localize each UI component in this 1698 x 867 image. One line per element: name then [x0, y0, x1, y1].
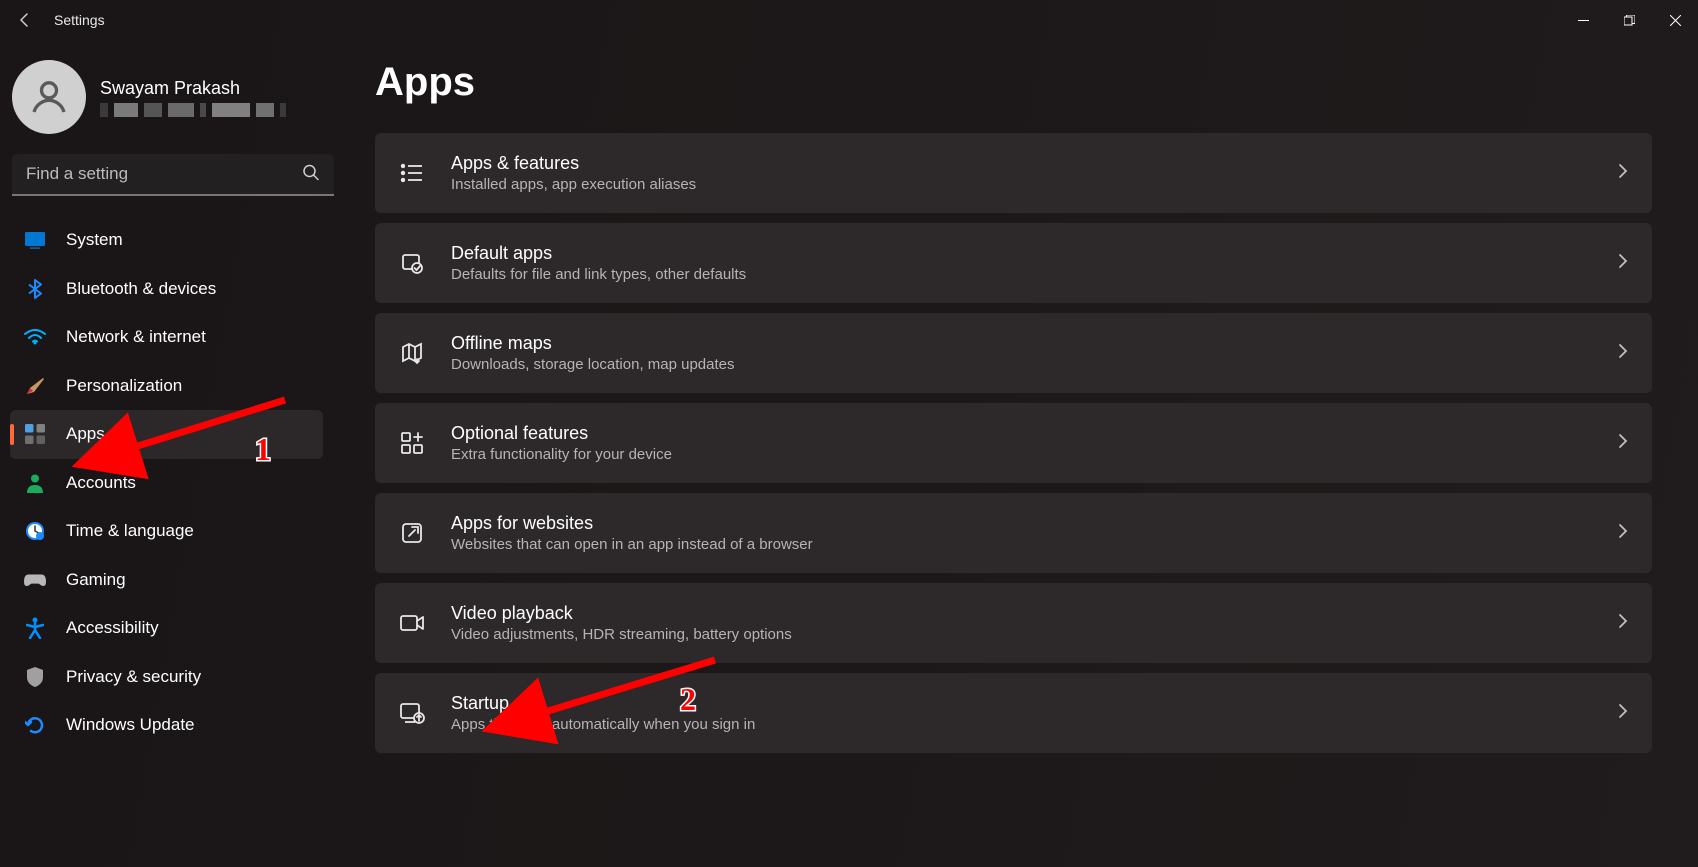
- clock-icon: [24, 520, 46, 542]
- map-icon: [399, 340, 425, 366]
- chevron-right-icon: [1618, 703, 1628, 724]
- sidebar-item-label: Accessibility: [66, 618, 159, 638]
- card-title: Offline maps: [451, 333, 1618, 354]
- chevron-right-icon: [1618, 163, 1628, 184]
- profile-block[interactable]: Swayam Prakash: [10, 60, 323, 154]
- gamepad-icon: [24, 569, 46, 591]
- card-subtitle: Extra functionality for your device: [451, 446, 1618, 463]
- brush-icon: [24, 375, 46, 397]
- video-icon: [399, 610, 425, 636]
- minimize-button[interactable]: [1560, 4, 1606, 36]
- default-apps-icon: [399, 250, 425, 276]
- sidebar-item-label: Time & language: [66, 521, 194, 541]
- sidebar-item-personalization[interactable]: Personalization: [10, 362, 323, 411]
- card-title: Video playback: [451, 603, 1618, 624]
- person-icon: [24, 472, 46, 494]
- sidebar-item-label: Bluetooth & devices: [66, 279, 216, 299]
- chevron-right-icon: [1618, 343, 1628, 364]
- list-icon: [399, 160, 425, 186]
- card-video-playback[interactable]: Video playback Video adjustments, HDR str…: [375, 583, 1652, 663]
- startup-icon: [399, 700, 425, 726]
- card-subtitle: Websites that can open in an app instead…: [451, 536, 1618, 553]
- card-default-apps[interactable]: Default apps Defaults for file and link t…: [375, 223, 1652, 303]
- sidebar-item-label: Apps: [66, 424, 105, 444]
- sidebar-item-gaming[interactable]: Gaming: [10, 556, 323, 605]
- avatar: [12, 60, 86, 134]
- nav: System Bluetooth & devices Network & int…: [10, 216, 323, 750]
- chevron-right-icon: [1618, 523, 1628, 544]
- sidebar-item-label: Personalization: [66, 376, 182, 396]
- link-icon: [399, 520, 425, 546]
- sidebar-item-system[interactable]: System: [10, 216, 323, 265]
- shield-icon: [24, 666, 46, 688]
- chevron-right-icon: [1618, 613, 1628, 634]
- bluetooth-icon: [24, 278, 46, 300]
- user-email-redacted: [100, 103, 286, 117]
- sidebar-item-update[interactable]: Windows Update: [10, 701, 323, 750]
- apps-icon: [24, 423, 46, 445]
- sidebar-item-label: Windows Update: [66, 715, 195, 735]
- card-apps-features[interactable]: Apps & features Installed apps, app execu…: [375, 133, 1652, 213]
- titlebar: Settings: [0, 0, 1698, 40]
- card-offline-maps[interactable]: Offline maps Downloads, storage location,…: [375, 313, 1652, 393]
- sidebar-item-label: Network & internet: [66, 327, 206, 347]
- sidebar-item-privacy[interactable]: Privacy & security: [10, 653, 323, 702]
- card-subtitle: Apps that start automatically when you s…: [451, 716, 1618, 733]
- card-title: Apps for websites: [451, 513, 1618, 534]
- sidebar-item-apps[interactable]: Apps: [10, 410, 323, 459]
- chevron-right-icon: [1618, 253, 1628, 274]
- page-title: Apps: [375, 60, 1658, 105]
- sidebar-item-label: Privacy & security: [66, 667, 201, 687]
- window-title: Settings: [54, 12, 105, 28]
- search-input[interactable]: [12, 154, 334, 196]
- update-icon: [24, 714, 46, 736]
- card-subtitle: Video adjustments, HDR streaming, batter…: [451, 626, 1618, 643]
- wifi-icon: [24, 326, 46, 348]
- accessibility-icon: [24, 617, 46, 639]
- card-title: Optional features: [451, 423, 1618, 444]
- back-button[interactable]: [16, 11, 34, 29]
- sidebar-item-accounts[interactable]: Accounts: [10, 459, 323, 508]
- main-content: Apps Apps & features Installed apps, app …: [335, 40, 1698, 867]
- card-subtitle: Defaults for file and link types, other …: [451, 266, 1618, 283]
- card-apps-websites[interactable]: Apps for websites Websites that can open …: [375, 493, 1652, 573]
- chevron-right-icon: [1618, 433, 1628, 454]
- card-title: Startup: [451, 693, 1618, 714]
- close-button[interactable]: [1652, 4, 1698, 36]
- sidebar-item-time[interactable]: Time & language: [10, 507, 323, 556]
- sidebar-item-label: System: [66, 230, 123, 250]
- card-subtitle: Downloads, storage location, map updates: [451, 356, 1618, 373]
- card-title: Apps & features: [451, 153, 1618, 174]
- sidebar-item-bluetooth[interactable]: Bluetooth & devices: [10, 265, 323, 314]
- search-box: [12, 154, 334, 196]
- card-subtitle: Installed apps, app execution aliases: [451, 176, 1618, 193]
- card-optional-features[interactable]: Optional features Extra functionality for…: [375, 403, 1652, 483]
- sidebar-item-accessibility[interactable]: Accessibility: [10, 604, 323, 653]
- maximize-button[interactable]: [1606, 4, 1652, 36]
- user-name: Swayam Prakash: [100, 78, 286, 99]
- window-controls: [1560, 4, 1698, 36]
- sidebar-item-network[interactable]: Network & internet: [10, 313, 323, 362]
- card-title: Default apps: [451, 243, 1618, 264]
- sidebar-item-label: Accounts: [66, 473, 136, 493]
- titlebar-left: Settings: [16, 11, 105, 29]
- card-list: Apps & features Installed apps, app execu…: [375, 133, 1658, 753]
- sidebar: Swayam Prakash: [0, 40, 335, 867]
- system-icon: [24, 229, 46, 251]
- card-startup[interactable]: Startup Apps that start automatically whe…: [375, 673, 1652, 753]
- sidebar-item-label: Gaming: [66, 570, 126, 590]
- profile-text: Swayam Prakash: [100, 78, 286, 117]
- grid-plus-icon: [399, 430, 425, 456]
